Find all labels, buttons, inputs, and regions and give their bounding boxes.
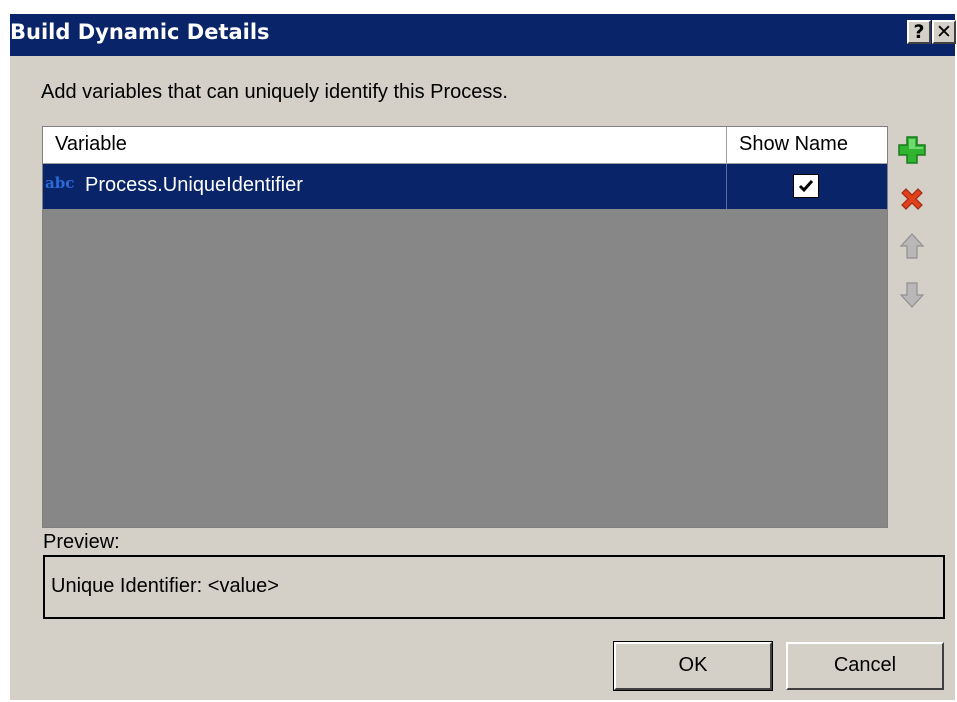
instruction-text: Add variables that can uniquely identify…	[41, 81, 508, 103]
build-dynamic-details-dialog: Build Dynamic Details ? ✕ Add variables …	[10, 14, 956, 700]
row-column-divider	[726, 164, 727, 209]
ok-button[interactable]: OK	[613, 641, 773, 691]
move-up-icon	[899, 233, 925, 259]
preview-box: Unique Identifier: <value>	[43, 555, 945, 619]
variables-grid[interactable]: Variable Show Name abc Process.UniqueIde…	[42, 126, 888, 528]
close-button[interactable]: ✕	[932, 20, 956, 44]
column-divider[interactable]	[726, 127, 727, 164]
show-name-checkbox[interactable]	[793, 174, 819, 198]
string-type-icon: abc	[45, 174, 75, 192]
cancel-button[interactable]: Cancel	[786, 642, 944, 690]
column-header-show-name[interactable]: Show Name	[739, 133, 848, 156]
column-header-variable[interactable]: Variable	[55, 133, 127, 156]
remove-icon	[901, 188, 923, 210]
add-icon	[898, 136, 926, 164]
move-down-button[interactable]	[894, 277, 930, 313]
grid-header: Variable Show Name	[43, 127, 887, 164]
add-variable-button[interactable]	[894, 132, 930, 168]
help-button[interactable]: ?	[907, 20, 931, 44]
preview-label: Preview:	[43, 531, 120, 553]
checkmark-icon	[798, 180, 814, 193]
move-down-icon	[899, 282, 925, 308]
preview-text: Unique Identifier: <value>	[51, 575, 279, 597]
title-bar: Build Dynamic Details ? ✕	[10, 14, 956, 56]
dialog-title: Build Dynamic Details	[10, 20, 270, 44]
grid-row-selected[interactable]: abc Process.UniqueIdentifier	[43, 164, 887, 209]
move-up-button[interactable]	[894, 228, 930, 264]
remove-variable-button[interactable]	[894, 181, 930, 217]
variable-name[interactable]: Process.UniqueIdentifier	[85, 174, 303, 197]
